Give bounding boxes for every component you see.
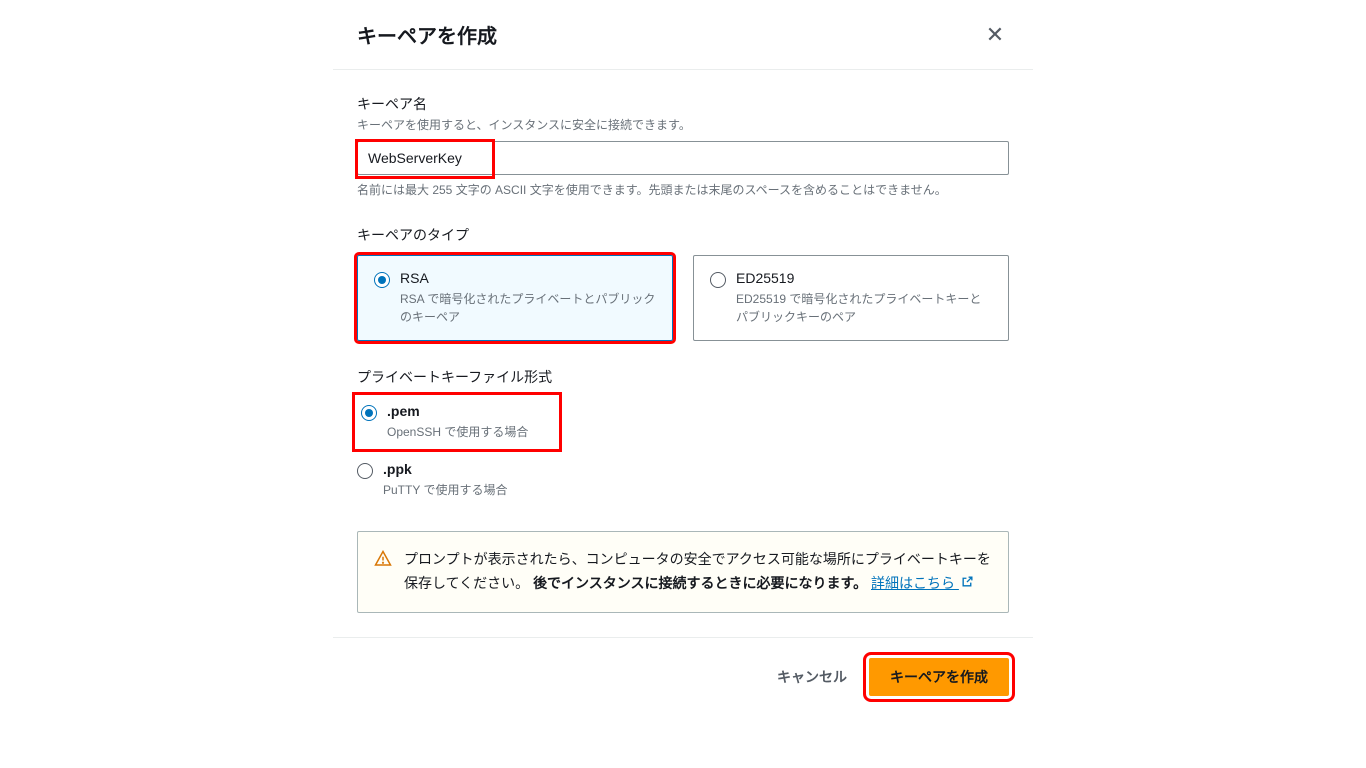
radio-ppk[interactable]: .ppk PuTTY で使用する場合 — [357, 455, 1009, 505]
keypair-type-group: キーペアのタイプ RSA RSA で暗号化されたプライベートとパブリックのキーペ… — [357, 225, 1009, 341]
modal-body: キーペア名 キーペアを使用すると、インスタンスに安全に接続できます。 名前には最… — [333, 70, 1033, 637]
create-keypair-button[interactable]: キーペアを作成 — [869, 658, 1009, 696]
create-keypair-modal: キーペアを作成 ✕ キーペア名 キーペアを使用すると、インスタンスに安全に接続で… — [333, 0, 1033, 706]
alert-text: プロンプトが表示されたら、コンピュータの安全でアクセス可能な場所にプライベートキ… — [404, 548, 992, 596]
radio-ed25519[interactable]: ED25519 ED25519 で暗号化されたプライベートキーとパブリックキーの… — [693, 255, 1009, 341]
cancel-button[interactable]: キャンセル — [773, 659, 851, 695]
warning-icon — [374, 550, 392, 596]
close-icon: ✕ — [986, 22, 1004, 48]
ppk-desc: PuTTY で使用する場合 — [383, 481, 1009, 499]
format-label: プライベートキーファイル形式 — [357, 367, 1009, 387]
radio-icon — [357, 463, 373, 479]
ed25519-desc: ED25519 で暗号化されたプライベートキーとパブリックキーのペア — [736, 290, 992, 326]
name-input-wrapper — [357, 141, 1009, 175]
name-hint: 名前には最大 255 文字の ASCII 文字を使用できます。先頭または末尾のス… — [357, 181, 1009, 199]
radio-content: .ppk PuTTY で使用する場合 — [383, 461, 1009, 499]
radio-rsa[interactable]: RSA RSA で暗号化されたプライベートとパブリックのキーペア — [357, 255, 673, 341]
save-key-alert: プロンプトが表示されたら、コンピュータの安全でアクセス可能な場所にプライベートキ… — [357, 531, 1009, 613]
name-description: キーペアを使用すると、インスタンスに安全に接続できます。 — [357, 116, 1009, 133]
modal-title: キーペアを作成 — [357, 20, 497, 49]
radio-icon — [361, 405, 377, 421]
type-label: キーペアのタイプ — [357, 225, 1009, 245]
alert-bold: 後でインスタンスに接続するときに必要になります。 — [533, 575, 867, 591]
radio-content: .pem OpenSSH で使用する場合 — [387, 403, 553, 441]
learn-more-label: 詳細はこちら — [871, 575, 955, 591]
rsa-desc: RSA で暗号化されたプライベートとパブリックのキーペア — [400, 290, 656, 326]
ed25519-title: ED25519 — [736, 270, 794, 286]
ppk-title: .ppk — [383, 461, 412, 477]
close-button[interactable]: ✕ — [981, 21, 1009, 49]
rsa-title: RSA — [400, 270, 429, 286]
keypair-name-group: キーペア名 キーペアを使用すると、インスタンスに安全に接続できます。 名前には最… — [357, 94, 1009, 199]
name-label: キーペア名 — [357, 94, 1009, 114]
pem-desc: OpenSSH で使用する場合 — [387, 423, 553, 441]
keyfile-format-group: プライベートキーファイル形式 .pem OpenSSH で使用する場合 .ppk… — [357, 367, 1009, 505]
radio-icon — [374, 272, 390, 288]
learn-more-link[interactable]: 詳細はこちら — [871, 575, 974, 591]
radio-content: RSA RSA で暗号化されたプライベートとパブリックのキーペア — [400, 270, 656, 326]
pem-title: .pem — [387, 403, 420, 419]
keypair-name-input[interactable] — [357, 141, 1009, 175]
radio-content: ED25519 ED25519 で暗号化されたプライベートキーとパブリックキーの… — [736, 270, 992, 326]
type-radio-row: RSA RSA で暗号化されたプライベートとパブリックのキーペア ED25519… — [357, 255, 1009, 341]
modal-header: キーペアを作成 ✕ — [333, 0, 1033, 70]
radio-pem[interactable]: .pem OpenSSH で使用する場合 — [357, 397, 557, 447]
radio-icon — [710, 272, 726, 288]
external-link-icon — [961, 575, 974, 591]
modal-footer: キャンセル キーペアを作成 — [333, 637, 1033, 706]
